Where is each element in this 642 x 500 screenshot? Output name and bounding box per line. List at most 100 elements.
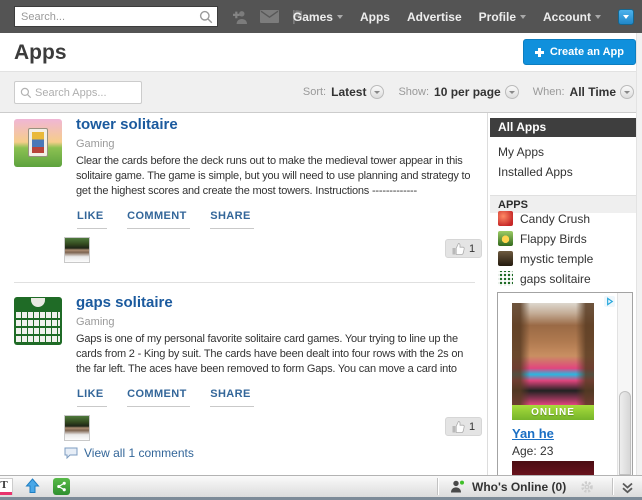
like-count-badge[interactable]: 1	[445, 239, 482, 258]
chevron-down-icon	[595, 15, 601, 19]
sidebar-app-gaps-solitaire[interactable]: gaps solitaire	[498, 271, 591, 286]
share-this-icon[interactable]	[53, 478, 70, 495]
playing-card-graphic	[28, 128, 48, 157]
sort-label: Sort:	[303, 86, 326, 98]
when-label: When:	[533, 86, 565, 98]
adchoices-icon[interactable]	[604, 294, 615, 312]
app-title-link[interactable]: tower solitaire	[76, 116, 178, 133]
whos-online-label: Who's Online (0)	[472, 480, 566, 494]
when-dropdown-button[interactable]	[620, 85, 634, 99]
nav-profile[interactable]: Profile	[479, 10, 526, 24]
show-dropdown-button[interactable]	[505, 85, 519, 99]
like-button[interactable]: LIKE	[77, 388, 107, 407]
chevron-down-icon	[509, 91, 515, 94]
like-count: 1	[469, 243, 475, 255]
chevron-down-icon	[520, 15, 526, 19]
share-button[interactable]: SHARE	[210, 210, 254, 229]
like-count: 1	[469, 421, 475, 433]
status-bar: T Who's Online (0)	[0, 475, 642, 497]
search-input[interactable]	[15, 7, 217, 26]
chevron-down-icon	[337, 15, 343, 19]
person-online-icon	[450, 480, 465, 493]
sort-dropdown-button[interactable]	[370, 85, 384, 99]
page-title: Apps	[14, 41, 67, 65]
listing-gaps-solitaire: gaps solitaire Gaming Gaps is one of my …	[0, 291, 487, 475]
page-scrollbar[interactable]	[636, 33, 642, 475]
when-value[interactable]: All Time	[570, 85, 616, 99]
apps-search-input[interactable]	[15, 82, 141, 103]
scroll-to-top-icon[interactable]	[25, 478, 40, 499]
app-category: Gaming	[76, 316, 115, 328]
statusbar-divider	[437, 478, 438, 495]
listing-divider	[14, 282, 475, 283]
ad-scrollbar[interactable]	[617, 293, 632, 475]
sidebar-item-all-apps[interactable]: All Apps	[490, 118, 642, 137]
comment-button[interactable]: COMMENT	[127, 210, 190, 229]
listing-actions: LIKE COMMENT SHARE	[77, 384, 270, 407]
messages-icon[interactable]	[260, 10, 279, 23]
nav-games[interactable]: Games	[293, 10, 343, 24]
thumbs-up-icon	[452, 421, 465, 433]
global-search	[14, 6, 218, 27]
page-header: Apps Create an App	[0, 33, 642, 71]
whos-online-button[interactable]: Who's Online (0)	[450, 476, 566, 497]
filter-bar: Sort: Latest Show: 10 per page When: All…	[0, 71, 642, 113]
ad-profile-age: Age: 23	[512, 444, 553, 458]
sort-value[interactable]: Latest	[331, 85, 366, 99]
text-tool-icon[interactable]: T	[0, 478, 13, 495]
plus-icon	[535, 48, 544, 57]
ad-profile-name-link[interactable]: Yan he	[512, 426, 554, 441]
nav-advertise[interactable]: Advertise	[407, 10, 462, 24]
ad-second-photo[interactable]	[512, 461, 594, 475]
apps-search	[14, 81, 142, 104]
like-count-badge[interactable]: 1	[445, 417, 482, 436]
nav-more-dropdown-button[interactable]	[618, 9, 634, 25]
card-cols-graphic	[16, 310, 60, 342]
create-app-button[interactable]: Create an App	[523, 39, 636, 65]
share-button[interactable]: SHARE	[210, 388, 254, 407]
search-icon[interactable]	[199, 10, 213, 24]
app-description: Clear the cards before the deck runs out…	[76, 154, 479, 199]
liker-avatar[interactable]	[64, 415, 90, 441]
sidebar-item-my-apps[interactable]: My Apps	[498, 145, 544, 159]
card-table-graphic	[31, 298, 45, 307]
ad-scrollbar-thumb[interactable]	[619, 391, 631, 475]
app-category: Gaming	[76, 138, 115, 150]
sidebar-app-candy-crush[interactable]: Candy Crush	[498, 211, 590, 226]
mystic-temple-icon	[498, 251, 513, 266]
gaps-solitaire-icon	[498, 271, 513, 286]
sidebar: All Apps My Apps Installed Apps APPS Can…	[489, 113, 642, 475]
like-button[interactable]: LIKE	[77, 210, 107, 229]
thumbs-up-icon	[452, 243, 465, 255]
view-comments-row: View all 1 comments	[64, 446, 194, 460]
comment-button[interactable]: COMMENT	[127, 388, 190, 407]
listing-tower-solitaire: tower solitaire Gaming Clear the cards b…	[0, 113, 487, 283]
add-friend-icon[interactable]	[231, 9, 248, 25]
sidebar-item-installed-apps[interactable]: Installed Apps	[498, 165, 573, 179]
comment-bubble-icon	[64, 447, 78, 459]
nav-apps[interactable]: Apps	[360, 10, 390, 24]
ad-box: ONLINE Yan he Age: 23	[497, 292, 633, 475]
main-nav: Games Apps Advertise Profile Account	[293, 0, 634, 33]
app-thumbnail[interactable]	[14, 119, 62, 167]
show-value[interactable]: 10 per page	[434, 85, 501, 99]
chevron-down-icon	[623, 15, 629, 19]
app-description: Gaps is one of my personal favorite soli…	[76, 332, 479, 377]
app-window: Games Apps Advertise Profile Account App…	[0, 0, 642, 500]
chevron-down-icon	[374, 91, 380, 94]
show-label: Show:	[398, 86, 429, 98]
app-listings: tower solitaire Gaming Clear the cards b…	[0, 113, 488, 475]
sidebar-app-flappy-birds[interactable]: Flappy Birds	[498, 231, 587, 246]
app-thumbnail[interactable]	[14, 297, 62, 345]
statusbar-divider	[612, 478, 613, 495]
view-comments-link[interactable]: View all 1 comments	[84, 446, 194, 460]
online-status-badge: ONLINE	[512, 405, 594, 420]
sidebar-app-mystic-temple[interactable]: mystic temple	[498, 251, 593, 266]
ad-profile-photo[interactable]: ONLINE	[512, 303, 594, 420]
nav-account[interactable]: Account	[543, 10, 601, 24]
flappy-birds-icon	[498, 231, 513, 246]
app-title-link[interactable]: gaps solitaire	[76, 294, 173, 311]
liker-avatar[interactable]	[64, 237, 90, 263]
topbar: Games Apps Advertise Profile Account	[0, 0, 642, 33]
filter-controls: Sort: Latest Show: 10 per page When: All…	[303, 72, 634, 112]
